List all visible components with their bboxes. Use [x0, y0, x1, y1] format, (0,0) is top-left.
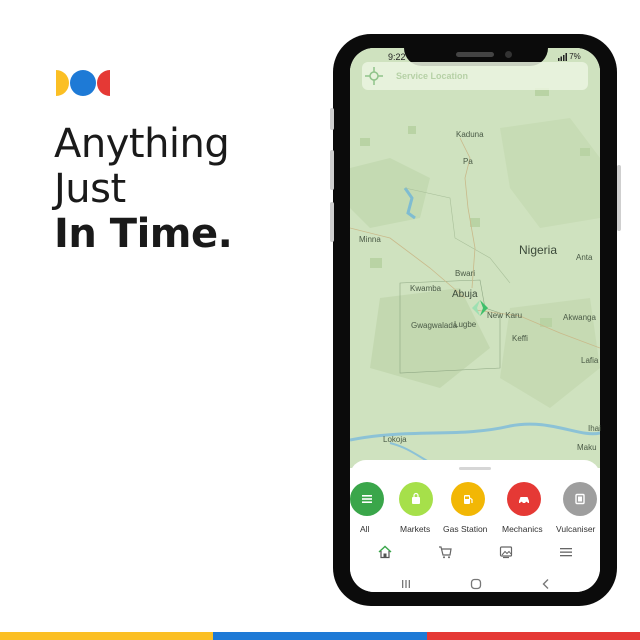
map-label-anta: Anta: [576, 253, 593, 262]
map-label-bwari: Bwari: [455, 269, 476, 278]
phone-side-button: [330, 150, 334, 190]
headline-line-2: Just: [54, 166, 126, 212]
map-label-keffi: Keffi: [512, 334, 528, 343]
map-label-lugbe: Lugbe: [454, 320, 477, 329]
category-all-button[interactable]: [350, 482, 384, 516]
fuel-pump-icon: [464, 495, 473, 504]
map-terrain: [350, 48, 600, 468]
status-time: 9:22: [388, 52, 406, 62]
category-markets-button[interactable]: [399, 482, 433, 516]
category-vulcaniser-button[interactable]: [563, 482, 597, 516]
signal-icon: [558, 52, 567, 61]
phone-side-button: [330, 202, 334, 242]
category-all-label: All: [360, 524, 370, 534]
map-label-pa: Pa: [463, 157, 473, 166]
map-label-new-karu: New Karu: [487, 311, 523, 320]
home-button-icon[interactable]: [470, 578, 482, 590]
category-mechanics-label: Mechanics: [502, 524, 543, 534]
location-crosshair-icon[interactable]: [364, 66, 384, 86]
map-label-akwanga: Akwanga: [563, 313, 596, 322]
status-battery: 7%: [558, 52, 581, 61]
tire-icon: [575, 493, 585, 505]
brand-logo: [56, 70, 110, 96]
headline: Anything Just In Time.: [54, 121, 233, 257]
map-label-ihai: Ihai: [588, 424, 601, 433]
sheet-drag-handle[interactable]: [459, 467, 491, 470]
category-vulcaniser-label: Vulcaniser: [556, 524, 596, 534]
map-label-kaduna: Kaduna: [456, 130, 484, 139]
shopping-bag-icon: [412, 492, 420, 504]
image-icon[interactable]: [499, 545, 513, 559]
category-gas-station-button[interactable]: [451, 482, 485, 516]
battery-percent: 7%: [569, 52, 581, 61]
headline-line-1: Anything: [54, 121, 230, 167]
category-gas-station-label: Gas Station: [443, 524, 488, 534]
list-icon: [362, 495, 372, 503]
phone-speaker: [456, 52, 494, 57]
car-icon: [519, 497, 529, 505]
headline-line-3: In Time.: [54, 211, 233, 257]
map-view[interactable]: [350, 48, 600, 468]
category-mechanics-button[interactable]: [507, 482, 541, 516]
category-markets-label: Markets: [400, 524, 431, 534]
map-label-nigeria: Nigeria: [519, 243, 558, 257]
map-label-lafia: Lafia: [581, 356, 599, 365]
brand-stripe-yellow: [0, 632, 213, 640]
map-label-lokoja: Lokoja: [383, 435, 407, 444]
home-icon[interactable]: [378, 545, 392, 559]
service-location-label: Service Location: [396, 71, 469, 81]
phone-power-button: [617, 165, 621, 231]
map-label-gwagwalada: Gwagwalada: [411, 321, 458, 330]
map-label-minna: Minna: [359, 235, 381, 244]
phone-side-button: [330, 108, 334, 130]
back-icon[interactable]: [540, 578, 552, 590]
current-location-pin-icon[interactable]: [470, 298, 490, 318]
brand-stripe-blue: [213, 632, 427, 640]
map-label-kwamba: Kwamba: [410, 284, 442, 293]
map-label-maku: Maku: [577, 443, 597, 452]
brand-stripe-red: [427, 632, 640, 640]
menu-icon[interactable]: [559, 545, 573, 559]
phone-camera: [505, 51, 512, 58]
recent-apps-icon[interactable]: [400, 578, 412, 590]
cart-icon[interactable]: [438, 545, 452, 559]
